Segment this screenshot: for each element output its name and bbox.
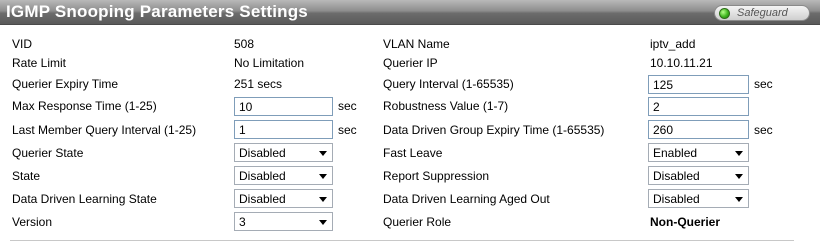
querier-state-select[interactable]: Disabled — [234, 143, 333, 162]
chevron-down-icon — [735, 151, 743, 156]
dd-learning-select[interactable]: Disabled — [234, 189, 333, 208]
querier-state-label: Querier State — [12, 146, 84, 160]
version-label: Version — [12, 215, 53, 229]
rate-limit-label: Rate Limit — [12, 56, 67, 70]
max-response-label: Max Response Time (1-25) — [12, 99, 157, 113]
version-select[interactable]: 3 — [234, 212, 333, 231]
fast-leave-label: Fast Leave — [383, 146, 443, 160]
vid-label: VID — [12, 37, 33, 51]
fast-leave-select[interactable]: Enabled — [648, 143, 749, 162]
max-response-unit: sec — [338, 99, 357, 113]
querier-ip-label: Querier IP — [383, 56, 438, 70]
querier-expiry-label: Querier Expiry Time — [12, 77, 119, 91]
state-label: State — [12, 169, 41, 183]
chevron-down-icon — [319, 151, 327, 156]
dd-aged-out-value: Disabled — [653, 192, 700, 206]
rate-limit-value: No Limitation — [234, 56, 305, 70]
dd-aged-out-select[interactable]: Disabled — [648, 189, 749, 208]
divider — [10, 240, 794, 241]
report-suppression-value: Disabled — [653, 169, 700, 183]
chevron-down-icon — [319, 174, 327, 179]
fast-leave-value: Enabled — [653, 146, 698, 160]
safeguard-indicator[interactable]: Safeguard — [714, 5, 810, 21]
query-interval-input[interactable] — [648, 75, 749, 94]
report-suppression-label: Report Suppression — [383, 169, 490, 183]
chevron-down-icon — [319, 220, 327, 225]
querier-expiry-value: 251 secs — [234, 77, 283, 91]
dd-learning-label: Data Driven Learning State — [12, 192, 157, 206]
vid-value: 508 — [234, 37, 255, 51]
chevron-down-icon — [735, 197, 743, 202]
dd-group-expiry-input[interactable] — [648, 120, 749, 139]
last-member-unit: sec — [338, 123, 357, 137]
state-value: Disabled — [239, 169, 286, 183]
report-suppression-select[interactable]: Disabled — [648, 166, 749, 185]
chevron-down-icon — [735, 174, 743, 179]
vlan-name-value: iptv_add — [650, 37, 696, 51]
querier-role-label: Querier Role — [383, 215, 452, 229]
safeguard-label: Safeguard — [737, 7, 788, 19]
last-member-label: Last Member Query Interval (1-25) — [12, 123, 197, 137]
title-bar: IGMP Snooping Parameters Settings Safegu… — [0, 0, 820, 25]
last-member-input[interactable] — [234, 120, 333, 139]
max-response-input[interactable] — [234, 97, 333, 116]
robustness-label: Robustness Value (1-7) — [383, 99, 509, 113]
querier-ip-value: 10.10.11.21 — [650, 56, 713, 70]
vlan-name-label: VLAN Name — [383, 37, 450, 51]
dd-group-expiry-unit: sec — [754, 123, 773, 137]
dd-aged-out-label: Data Driven Learning Aged Out — [383, 192, 550, 206]
dd-learning-value: Disabled — [239, 192, 286, 206]
state-select[interactable]: Disabled — [234, 166, 333, 185]
query-interval-unit: sec — [754, 77, 773, 91]
version-value: 3 — [239, 215, 246, 229]
querier-role-value: Non-Querier — [650, 215, 721, 229]
querier-state-value: Disabled — [239, 146, 286, 160]
robustness-input[interactable] — [648, 97, 749, 116]
dd-group-expiry-label: Data Driven Group Expiry Time (1-65535) — [383, 123, 605, 137]
chevron-down-icon — [319, 197, 327, 202]
safeguard-status-icon — [719, 8, 730, 19]
query-interval-label: Query Interval (1-65535) — [383, 77, 514, 91]
page-title: IGMP Snooping Parameters Settings — [6, 2, 308, 21]
